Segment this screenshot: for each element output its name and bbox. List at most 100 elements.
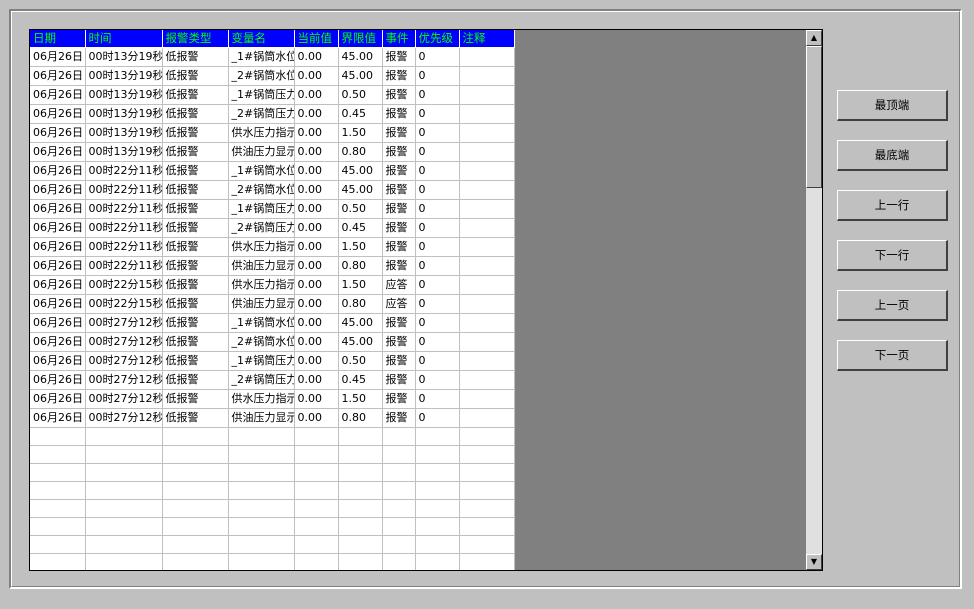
table-cell	[294, 427, 339, 446]
column-header[interactable]: 优先级	[415, 30, 460, 48]
empty-row	[30, 463, 515, 482]
column-header[interactable]: 当前值	[294, 30, 339, 48]
table-cell: 0.80	[338, 256, 383, 276]
table-cell	[459, 47, 515, 67]
table-cell: 45.00	[338, 180, 383, 200]
table-cell	[85, 463, 163, 482]
table-cell	[30, 499, 86, 518]
table-cell: 报警	[382, 408, 416, 428]
table-row[interactable]: 06月26日 00时22分11秒 低报警 _1#锅筒压力 0.00 0.50 报警 0	[30, 199, 515, 219]
table-cell	[30, 463, 86, 482]
table-cell: 1.50	[338, 275, 383, 295]
table-cell	[459, 553, 515, 570]
column-header[interactable]: 报警类型	[162, 30, 229, 48]
table-cell: 1.50	[338, 123, 383, 143]
table-cell	[85, 553, 163, 570]
empty-row	[30, 445, 515, 464]
table-cell: 00时27分12秒	[85, 332, 163, 352]
table-cell: _2#锅筒水位	[228, 332, 295, 352]
table-cell	[382, 535, 416, 554]
table-row[interactable]: 06月26日 00时22分11秒 低报警 _2#锅筒压力 0.00 0.45 报警 0	[30, 218, 515, 238]
table-row[interactable]: 06月26日 00时13分19秒 低报警 _2#锅筒压力 0.00 0.45 报警 0	[30, 104, 515, 124]
table-cell: _2#锅筒水位	[228, 180, 295, 200]
table-cell: 应答	[382, 275, 416, 295]
table-cell: 00时22分11秒	[85, 237, 163, 257]
table-cell: 0.00	[294, 142, 339, 162]
table-cell	[459, 104, 515, 124]
column-header[interactable]: 时间	[85, 30, 163, 48]
table-row[interactable]: 06月26日 00时22分11秒 低报警 供油压力显示 0.00 0.80 报警 0	[30, 256, 515, 276]
table-cell	[382, 463, 416, 482]
table-row[interactable]: 06月26日 00时13分19秒 低报警 _2#锅筒水位 0.00 45.00 报警 0	[30, 66, 515, 86]
table-row[interactable]: 06月26日 00时27分12秒 低报警 _2#锅筒压力 0.00 0.45 报警 0	[30, 370, 515, 390]
table-row[interactable]: 06月26日 00时13分19秒 低报警 供油压力显示 0.00 0.80 报警 0	[30, 142, 515, 162]
top-button[interactable]: 最顶端	[837, 90, 948, 121]
table-row[interactable]: 06月26日 00时22分15秒 低报警 供水压力指示 0.00 1.50 应答 0	[30, 275, 515, 295]
alarm-grid[interactable]: 日期 时间 报警类型 变量名 当前值 界限值 事件 优先级 注释 06月26日 00时13分19秒…	[29, 29, 823, 571]
table-cell	[415, 481, 460, 500]
table-row[interactable]: 06月26日 00时22分11秒 低报警 _1#锅筒水位 0.00 45.00 报警 0	[30, 161, 515, 181]
table-cell: 0	[415, 370, 460, 390]
table-cell: 0.00	[294, 408, 339, 428]
table-cell: 供水压力指示	[228, 237, 295, 257]
table-cell: 0	[415, 332, 460, 352]
column-header[interactable]: 变量名	[228, 30, 295, 48]
table-cell	[459, 351, 515, 371]
column-header[interactable]: 界限值	[338, 30, 383, 48]
table-cell: 06月26日	[30, 351, 86, 371]
table-cell: 低报警	[162, 332, 229, 352]
next-page-button[interactable]: 下一页	[837, 340, 948, 371]
table-cell	[294, 499, 339, 518]
table-cell	[382, 553, 416, 570]
table-cell	[459, 535, 515, 554]
table-cell: 报警	[382, 313, 416, 333]
table-cell	[30, 481, 86, 500]
table-row[interactable]: 06月26日 00时27分12秒 低报警 _2#锅筒水位 0.00 45.00 报警 0	[30, 332, 515, 352]
table-row[interactable]: 06月26日 00时22分15秒 低报警 供油压力显示 0.00 0.80 应答 0	[30, 294, 515, 314]
table-cell	[459, 481, 515, 500]
table-row[interactable]: 06月26日 00时13分19秒 低报警 供水压力指示 0.00 1.50 报警 0	[30, 123, 515, 143]
table-cell: 00时27分12秒	[85, 370, 163, 390]
table-row[interactable]: 06月26日 00时22分11秒 低报警 _2#锅筒水位 0.00 45.00 报警 0	[30, 180, 515, 200]
table-cell: 低报警	[162, 199, 229, 219]
table-cell: 0.45	[338, 218, 383, 238]
table-cell: 0.00	[294, 161, 339, 181]
table-cell: 00时13分19秒	[85, 66, 163, 86]
table-cell: 06月26日	[30, 47, 86, 67]
next-row-button[interactable]: 下一行	[837, 240, 948, 271]
alarm-table: 日期 时间 报警类型 变量名 当前值 界限值 事件 优先级 注释 06月26日 00时13分19秒…	[30, 30, 515, 570]
table-cell: 供油压力显示	[228, 256, 295, 276]
table-cell: 00时22分15秒	[85, 275, 163, 295]
scroll-down-button[interactable]: ▼	[806, 554, 822, 570]
table-row[interactable]: 06月26日 00时27分12秒 低报警 供水压力指示 0.00 1.50 报警 0	[30, 389, 515, 409]
table-row[interactable]: 06月26日 00时13分19秒 低报警 _1#锅筒水位 0.00 45.00 报警 0	[30, 47, 515, 67]
table-cell: 00时22分11秒	[85, 199, 163, 219]
column-header[interactable]: 注释	[459, 30, 515, 48]
vertical-scrollbar[interactable]: ▲ ▼	[806, 30, 822, 570]
table-cell: 供油压力显示	[228, 294, 295, 314]
table-cell: 0.00	[294, 199, 339, 219]
table-cell	[338, 427, 383, 446]
scroll-up-button[interactable]: ▲	[806, 30, 822, 46]
column-header[interactable]: 日期	[30, 30, 86, 48]
table-cell	[228, 517, 295, 536]
table-row[interactable]: 06月26日 00时13分19秒 低报警 _1#锅筒压力 0.00 0.50 报警 0	[30, 85, 515, 105]
table-cell	[85, 499, 163, 518]
table-row[interactable]: 06月26日 00时27分12秒 低报警 _1#锅筒水位 0.00 45.00 报警 0	[30, 313, 515, 333]
bottom-button[interactable]: 最底端	[837, 140, 948, 171]
table-cell: 06月26日	[30, 332, 86, 352]
column-header[interactable]: 事件	[382, 30, 416, 48]
table-cell	[85, 445, 163, 464]
scroll-thumb[interactable]	[806, 46, 822, 188]
prev-page-button[interactable]: 上一页	[837, 290, 948, 321]
table-cell	[85, 481, 163, 500]
table-row[interactable]: 06月26日 00时27分12秒 低报警 供油压力显示 0.00 0.80 报警 0	[30, 408, 515, 428]
table-cell: 0.00	[294, 389, 339, 409]
table-cell	[30, 535, 86, 554]
prev-row-button[interactable]: 上一行	[837, 190, 948, 221]
table-cell: 45.00	[338, 47, 383, 67]
table-row[interactable]: 06月26日 00时22分11秒 低报警 供水压力指示 0.00 1.50 报警 0	[30, 237, 515, 257]
table-cell: 报警	[382, 332, 416, 352]
table-cell: 供水压力指示	[228, 123, 295, 143]
table-row[interactable]: 06月26日 00时27分12秒 低报警 _1#锅筒压力 0.00 0.50 报警 0	[30, 351, 515, 371]
